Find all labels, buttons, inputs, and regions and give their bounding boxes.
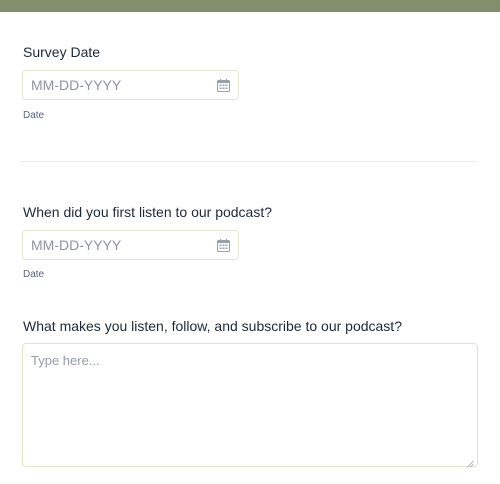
first-listen-label: When did you first listen to our podcast…: [23, 204, 273, 220]
calendar-icon[interactable]: [217, 79, 230, 92]
first-listen-date-field[interactable]: [22, 230, 239, 260]
survey-date-label: Survey Date: [23, 44, 101, 60]
reason-textarea-field[interactable]: [22, 343, 478, 468]
first-listen-date-input[interactable]: [23, 231, 221, 259]
first-listen-sublabel: Date: [23, 269, 45, 280]
section-divider: [20, 161, 478, 162]
survey-date-input[interactable]: [23, 71, 221, 99]
survey-date-sublabel: Date: [23, 110, 45, 121]
reason-label: What makes you listen, follow, and subsc…: [23, 318, 402, 334]
resize-handle-icon[interactable]: [466, 455, 474, 468]
header-color-bar: [0, 0, 500, 12]
reason-textarea[interactable]: [23, 344, 477, 466]
survey-date-field[interactable]: [22, 70, 239, 100]
calendar-icon[interactable]: [217, 239, 230, 252]
